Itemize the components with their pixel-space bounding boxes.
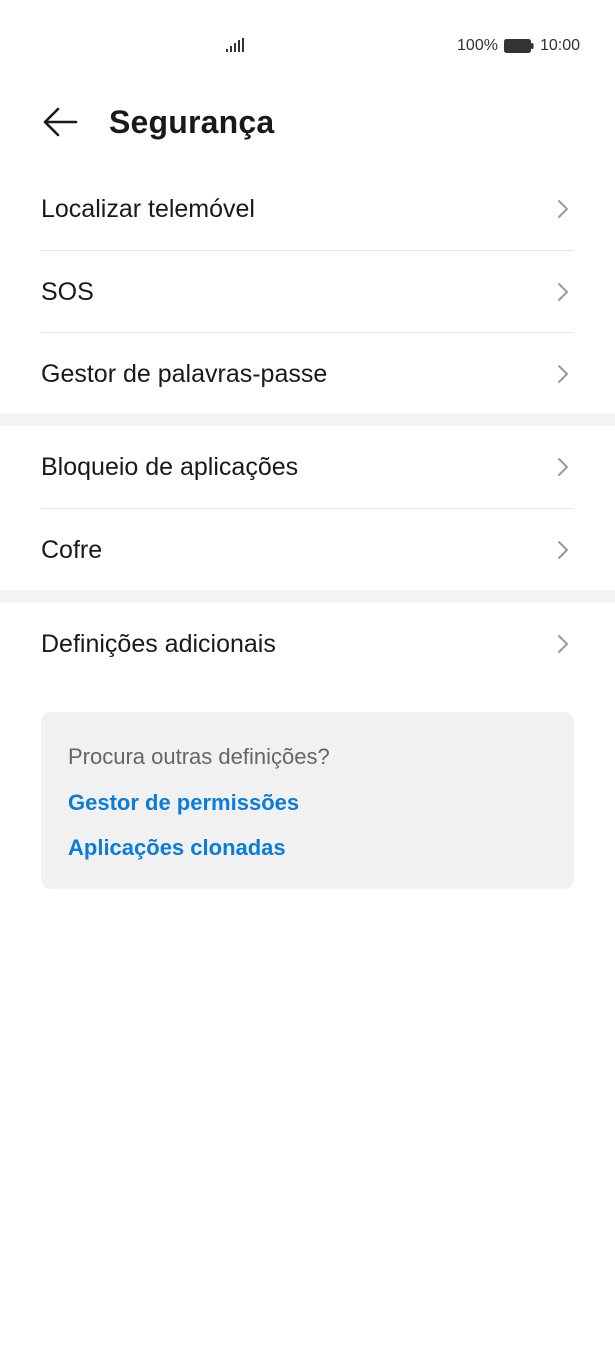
chevron-right-icon bbox=[558, 458, 568, 476]
permission-manager-link[interactable]: Gestor de permissões bbox=[68, 789, 299, 817]
suggestions-title: Procura outras definições? bbox=[68, 744, 330, 769]
page-title: Segurança bbox=[109, 104, 275, 140]
chevron-right-icon bbox=[558, 364, 568, 383]
list-item-safe[interactable]: Cofre bbox=[41, 508, 574, 590]
chevron-right-icon bbox=[558, 282, 568, 301]
battery-icon bbox=[503, 39, 534, 53]
chevron-right-icon bbox=[558, 540, 568, 559]
settings-group-2: Bloqueio de aplicações Cofre bbox=[0, 426, 615, 590]
list-item-label: Localizar telemóvel bbox=[41, 195, 255, 223]
status-bar: 100% 10:00 bbox=[0, 0, 615, 92]
signal-strength-icon bbox=[226, 38, 244, 52]
list-item-label: SOS bbox=[41, 277, 94, 306]
suggestions-card: Procura outras definições? Gestor de per… bbox=[41, 712, 574, 889]
chevron-right-icon bbox=[558, 200, 568, 218]
arrow-left-icon bbox=[43, 107, 78, 137]
security-settings-screen: 100% 10:00 Segurança Localizar telemóvel… bbox=[0, 0, 615, 1354]
group-divider bbox=[0, 590, 615, 603]
group-divider bbox=[0, 413, 615, 426]
header: Segurança bbox=[0, 92, 615, 152]
status-right: 100% 10:00 bbox=[457, 36, 580, 56]
list-item-label: Cofre bbox=[41, 535, 103, 564]
settings-group-1: Localizar telemóvel SOS Gestor de palavr… bbox=[0, 168, 615, 414]
list-item-find-device[interactable]: Localizar telemóvel bbox=[41, 168, 574, 250]
back-button[interactable] bbox=[34, 100, 86, 144]
list-item-sos[interactable]: SOS bbox=[41, 250, 574, 332]
chevron-right-icon bbox=[558, 635, 568, 653]
list-item-app-lock[interactable]: Bloqueio de aplicações bbox=[41, 426, 574, 508]
list-item-label: Definições adicionais bbox=[41, 630, 276, 658]
list-item-label: Bloqueio de aplicações bbox=[41, 453, 299, 481]
list-item-password-manager[interactable]: Gestor de palavras-passe bbox=[41, 332, 574, 414]
clock: 10:00 bbox=[539, 37, 580, 54]
battery-percent: 100% bbox=[457, 37, 498, 54]
list-item-additional-settings[interactable]: Definições adicionais bbox=[41, 603, 574, 685]
settings-group-3: Definições adicionais bbox=[0, 603, 615, 685]
list-item-label: Gestor de palavras-passe bbox=[41, 359, 328, 388]
cloned-apps-link[interactable]: Aplicações clonadas bbox=[68, 834, 286, 862]
